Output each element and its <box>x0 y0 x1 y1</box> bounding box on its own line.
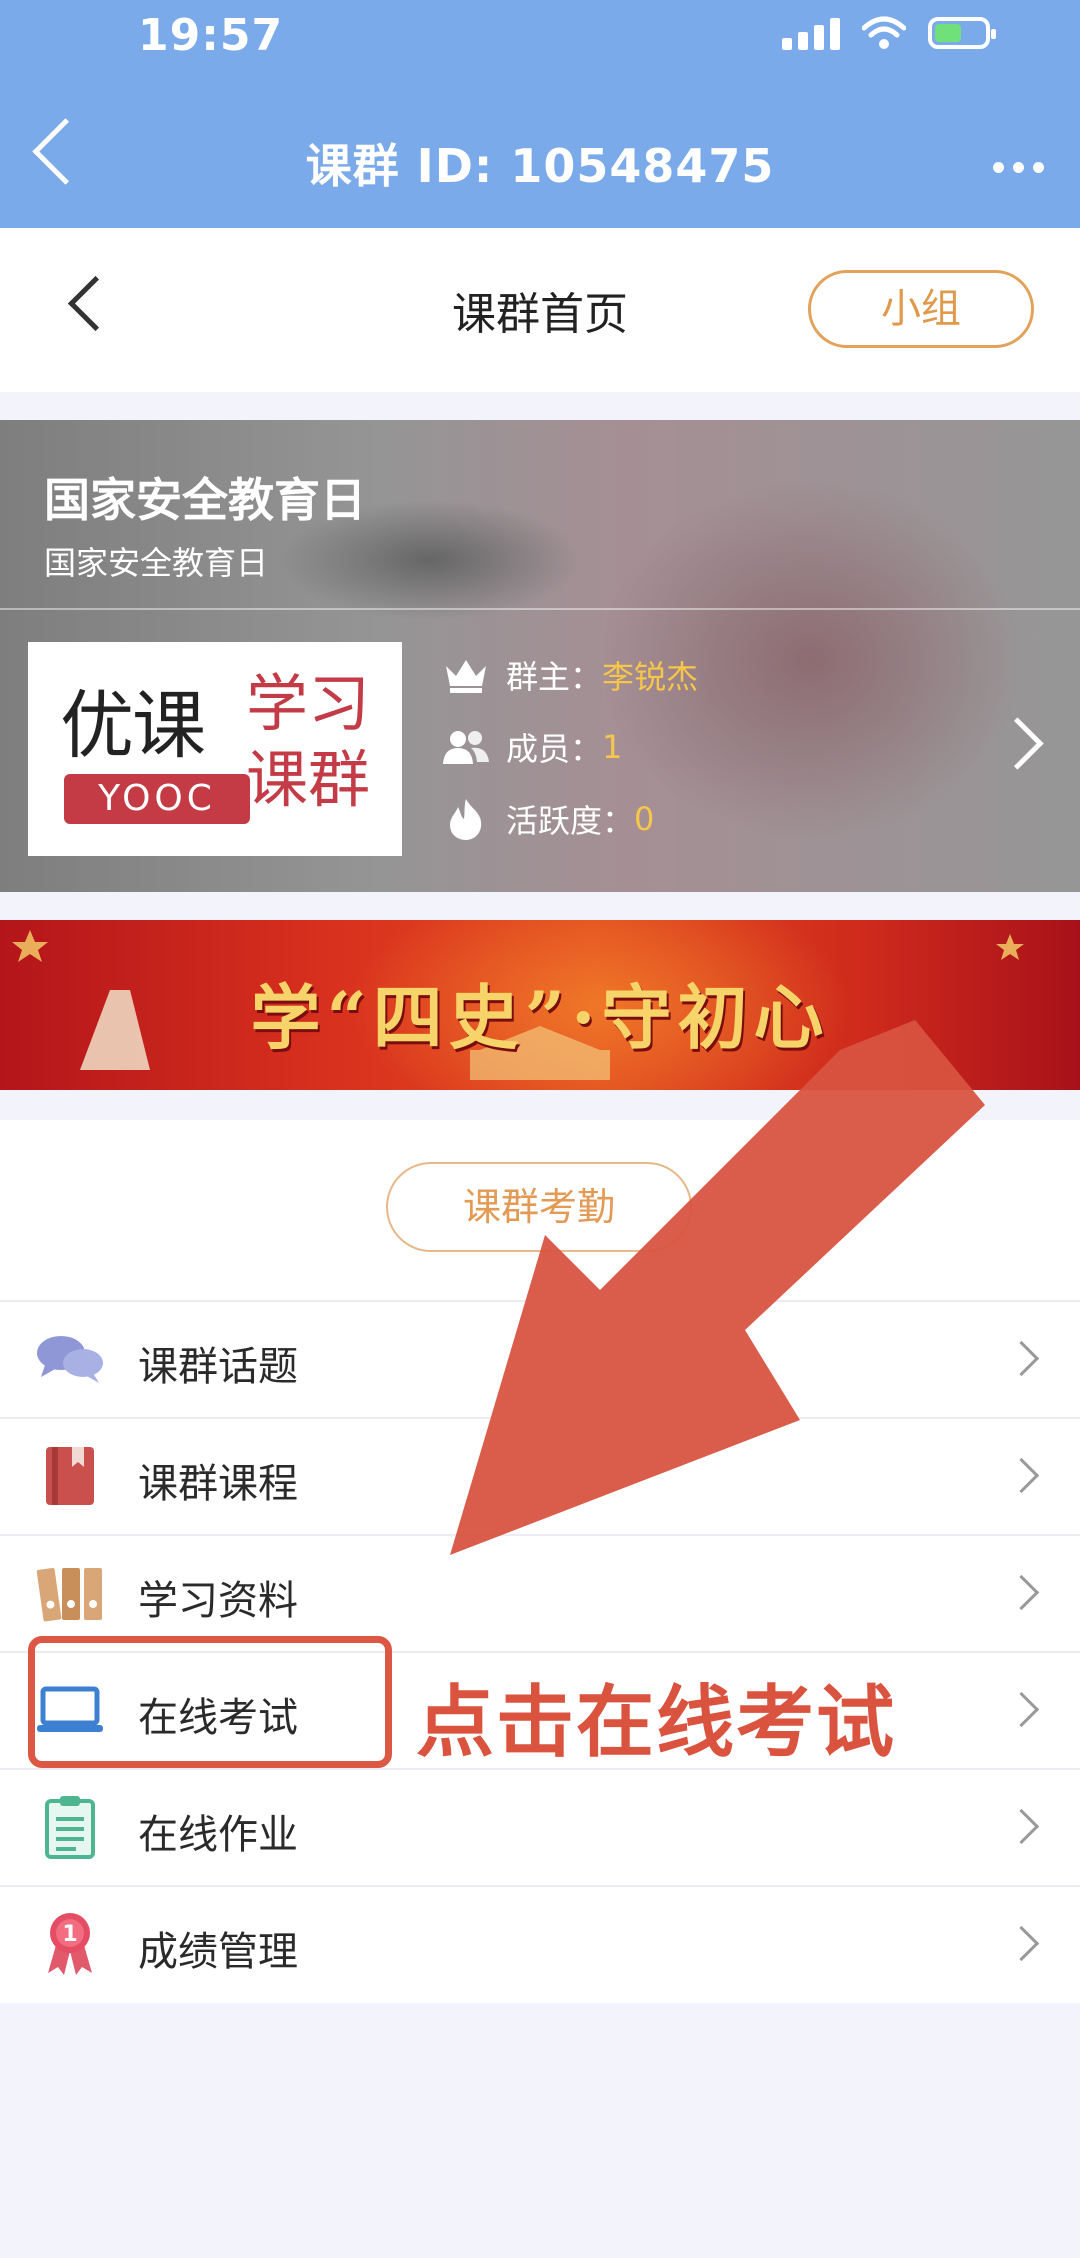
annotation-arrow <box>450 1020 985 1555</box>
annotation-text: 点击在线考试 <box>416 1678 897 1768</box>
annotation-highlight-box <box>28 1636 392 1768</box>
